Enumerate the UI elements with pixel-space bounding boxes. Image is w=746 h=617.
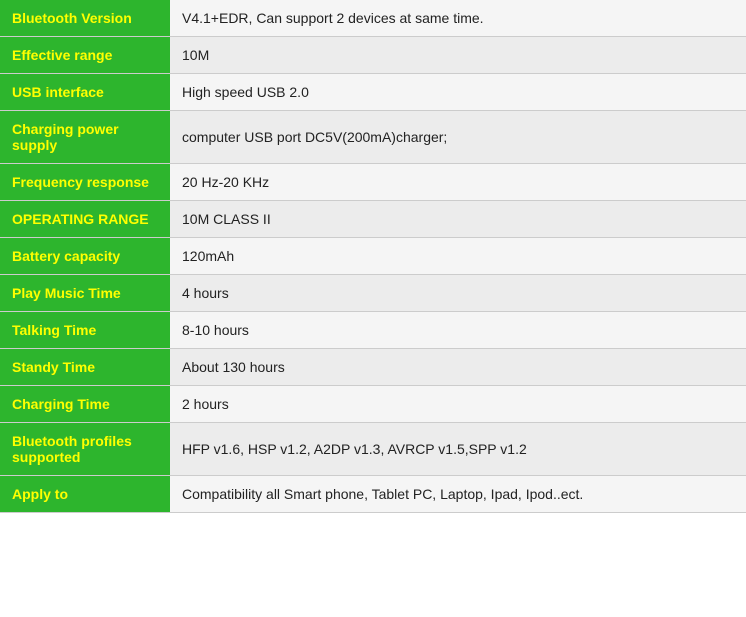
spec-table: Bluetooth VersionV4.1+EDR, Can support 2… [0, 0, 746, 513]
table-row: Frequency response20 Hz-20 KHz [0, 164, 746, 201]
spec-value-operating-range: 10M CLASS II [170, 201, 746, 238]
spec-label-play-music-time: Play Music Time [0, 275, 170, 312]
spec-label-bluetooth-version: Bluetooth Version [0, 0, 170, 37]
spec-value-bluetooth-version: V4.1+EDR, Can support 2 devices at same … [170, 0, 746, 37]
spec-value-charging-power-supply: computer USB port DC5V(200mA)charger; [170, 111, 746, 164]
spec-label-bluetooth-profiles: Bluetooth profiles supported [0, 423, 170, 476]
spec-value-usb-interface: High speed USB 2.0 [170, 74, 746, 111]
table-row: OPERATING RANGE10M CLASS II [0, 201, 746, 238]
spec-label-standy-time: Standy Time [0, 349, 170, 386]
spec-label-charging-power-supply: Charging power supply [0, 111, 170, 164]
table-row: Standy TimeAbout 130 hours [0, 349, 746, 386]
spec-value-effective-range: 10M [170, 37, 746, 74]
spec-value-battery-capacity: 120mAh [170, 238, 746, 275]
table-row: Charging Time2 hours [0, 386, 746, 423]
table-row: Bluetooth VersionV4.1+EDR, Can support 2… [0, 0, 746, 37]
table-row: Talking Time8-10 hours [0, 312, 746, 349]
spec-label-usb-interface: USB interface [0, 74, 170, 111]
table-row: USB interfaceHigh speed USB 2.0 [0, 74, 746, 111]
spec-label-frequency-response: Frequency response [0, 164, 170, 201]
spec-value-charging-time: 2 hours [170, 386, 746, 423]
spec-label-operating-range: OPERATING RANGE [0, 201, 170, 238]
spec-value-talking-time: 8-10 hours [170, 312, 746, 349]
spec-value-frequency-response: 20 Hz-20 KHz [170, 164, 746, 201]
spec-label-talking-time: Talking Time [0, 312, 170, 349]
spec-label-charging-time: Charging Time [0, 386, 170, 423]
table-row: Bluetooth profiles supportedHFP v1.6, HS… [0, 423, 746, 476]
table-row: Apply toCompatibility all Smart phone, T… [0, 476, 746, 513]
spec-value-apply-to: Compatibility all Smart phone, Tablet PC… [170, 476, 746, 513]
table-row: Battery capacity120mAh [0, 238, 746, 275]
table-row: Play Music Time4 hours [0, 275, 746, 312]
spec-value-bluetooth-profiles: HFP v1.6, HSP v1.2, A2DP v1.3, AVRCP v1.… [170, 423, 746, 476]
table-row: Effective range10M [0, 37, 746, 74]
spec-value-play-music-time: 4 hours [170, 275, 746, 312]
spec-label-effective-range: Effective range [0, 37, 170, 74]
spec-label-battery-capacity: Battery capacity [0, 238, 170, 275]
table-row: Charging power supplycomputer USB port D… [0, 111, 746, 164]
spec-value-standy-time: About 130 hours [170, 349, 746, 386]
spec-label-apply-to: Apply to [0, 476, 170, 513]
